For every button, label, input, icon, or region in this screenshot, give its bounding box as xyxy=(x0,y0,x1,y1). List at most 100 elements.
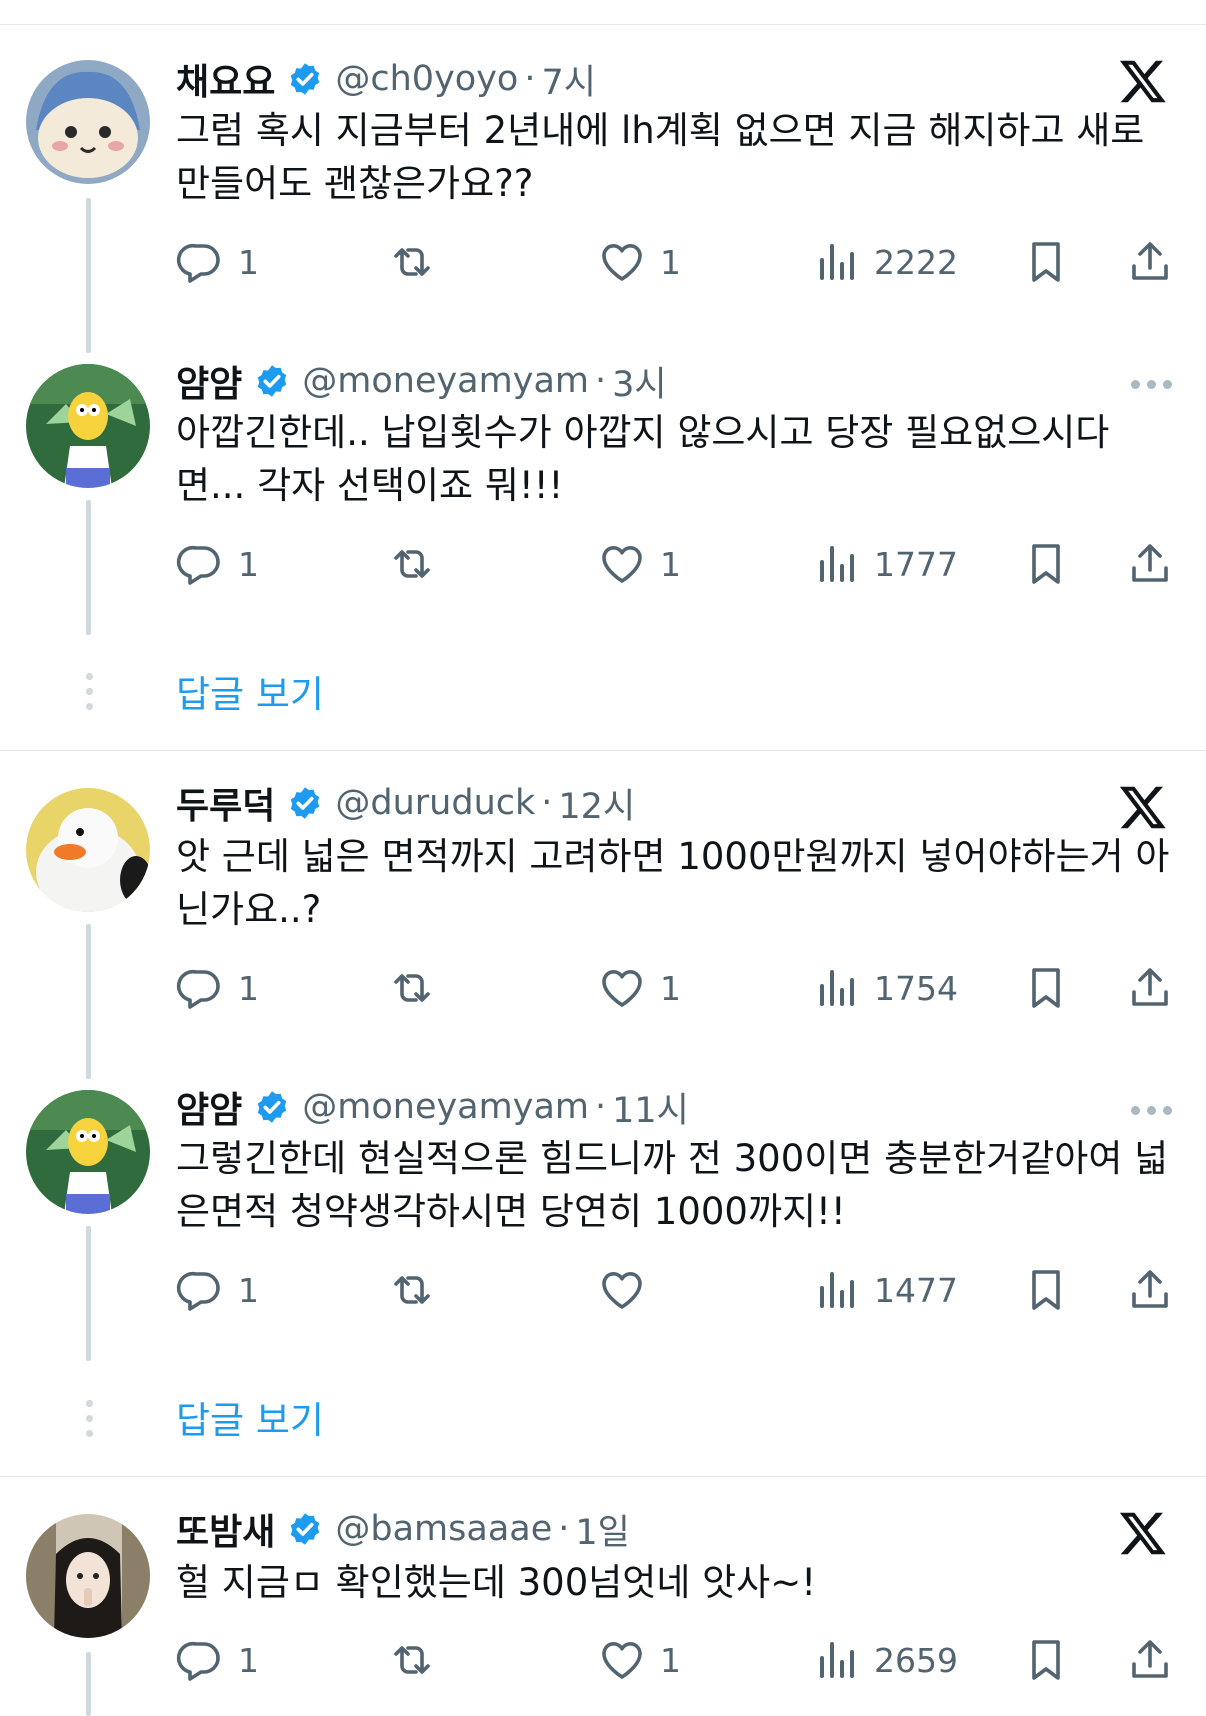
bookmark-button[interactable] xyxy=(1022,1630,1070,1690)
like-button[interactable]: 1 xyxy=(598,1630,681,1690)
share-icon xyxy=(1132,544,1168,582)
like-count: 1 xyxy=(660,1640,681,1680)
heart-icon xyxy=(602,244,642,281)
views-button[interactable]: 1477 xyxy=(812,1260,958,1320)
reply-button[interactable]: 1 xyxy=(176,534,259,594)
timestamp[interactable]: 12시 xyxy=(558,778,635,829)
retweet-icon xyxy=(394,248,430,276)
display-name[interactable]: 얌얌 xyxy=(176,355,242,407)
bookmark-icon xyxy=(1032,1640,1060,1680)
verified-badge-icon xyxy=(291,63,320,95)
retweet-button[interactable] xyxy=(388,1260,450,1320)
show-replies-link[interactable]: 답글 보기 xyxy=(176,664,324,718)
avatar[interactable] xyxy=(26,788,150,912)
timestamp[interactable]: 1일 xyxy=(575,1504,629,1555)
share-button[interactable] xyxy=(1126,1630,1174,1690)
avatar[interactable] xyxy=(26,1514,150,1638)
thread-divider xyxy=(0,1476,1206,1477)
views-button[interactable]: 1754 xyxy=(812,958,958,1018)
bookmark-icon xyxy=(1032,544,1060,584)
tweet-actions: 1 1477 xyxy=(176,1260,1176,1320)
retweet-icon xyxy=(394,550,430,578)
tweet-text: 그렇긴한데 현실적으론 힘드니까 전 300이면 충분한거같아여 넓은면적 청약… xyxy=(176,1137,1169,1233)
x-logo-icon xyxy=(1119,60,1166,103)
reply-button[interactable]: 1 xyxy=(176,1260,259,1320)
share-button[interactable] xyxy=(1126,232,1174,292)
reply-count: 1 xyxy=(238,968,259,1008)
share-button[interactable] xyxy=(1126,1260,1174,1320)
reply-button[interactable]: 1 xyxy=(176,1630,259,1690)
views-icon xyxy=(820,970,854,1006)
separator-dot: · xyxy=(594,361,607,401)
retweet-icon xyxy=(394,1646,430,1674)
tweet-actions: 1 1 2659 xyxy=(176,1630,1176,1690)
avatar[interactable] xyxy=(26,1090,150,1214)
verified-badge-icon xyxy=(291,787,320,819)
share-icon xyxy=(1132,968,1168,1006)
tweet-text: 앗 근데 넓은 면적까지 고려하면 1000만원까지 넣어야하는거 아닌가요..… xyxy=(176,835,1170,931)
timestamp[interactable]: 11시 xyxy=(612,1082,689,1133)
user-handle[interactable]: @bamsaaae xyxy=(335,1509,552,1549)
separator-dot: · xyxy=(541,783,553,823)
retweet-button[interactable] xyxy=(388,232,450,292)
bookmark-button[interactable] xyxy=(1022,958,1070,1018)
timestamp[interactable]: 3시 xyxy=(612,356,666,407)
more-icon[interactable] xyxy=(1131,380,1172,389)
avatar[interactable] xyxy=(26,60,150,184)
view-count: 2222 xyxy=(874,242,958,282)
views-button[interactable]: 2659 xyxy=(812,1630,958,1690)
reply-count: 1 xyxy=(238,544,259,584)
tweet-header: 얌얌 @moneyamyam · 3시 xyxy=(176,356,667,406)
reply-button[interactable]: 1 xyxy=(176,232,259,292)
thread-line xyxy=(86,1226,91,1361)
reply-button[interactable]: 1 xyxy=(176,958,259,1018)
display-name[interactable]: 또밤새 xyxy=(176,1503,275,1555)
views-icon xyxy=(820,1272,854,1308)
verified-badge-icon xyxy=(258,1091,287,1123)
reply-count: 1 xyxy=(238,242,259,282)
share-button[interactable] xyxy=(1126,958,1174,1018)
separator-dot: · xyxy=(594,1087,607,1127)
bookmark-button[interactable] xyxy=(1022,1260,1070,1320)
retweet-button[interactable] xyxy=(388,534,450,594)
bookmark-button[interactable] xyxy=(1022,232,1070,292)
verified-badge-icon xyxy=(291,1513,320,1545)
display-name[interactable]: 두루덕 xyxy=(176,777,275,829)
timestamp[interactable]: 7시 xyxy=(541,54,595,105)
views-button[interactable]: 1777 xyxy=(812,534,958,594)
views-icon xyxy=(820,244,854,280)
tweet-header: 채요요 @ch0yoyo · 7시 xyxy=(176,54,596,104)
like-count: 1 xyxy=(660,968,681,1008)
tweet-actions: 1 1 1754 xyxy=(176,958,1176,1018)
views-icon xyxy=(820,546,854,582)
like-button[interactable]: 1 xyxy=(598,958,681,1018)
like-button[interactable] xyxy=(598,1260,660,1320)
user-handle[interactable]: @moneyamyam xyxy=(302,1087,589,1127)
thread-continuation-dots xyxy=(82,673,96,718)
bookmark-button[interactable] xyxy=(1022,534,1070,594)
view-count: 1777 xyxy=(874,544,958,584)
retweet-icon xyxy=(394,974,430,1002)
separator-dot: · xyxy=(558,1509,570,1549)
share-button[interactable] xyxy=(1126,534,1174,594)
x-logo-icon xyxy=(1119,786,1166,829)
reply-count: 1 xyxy=(238,1640,259,1680)
like-count: 1 xyxy=(660,544,681,584)
share-icon xyxy=(1132,1640,1168,1678)
heart-icon xyxy=(602,1272,642,1309)
display-name[interactable]: 얌얌 xyxy=(176,1081,242,1133)
reply-icon xyxy=(176,1641,220,1681)
retweet-button[interactable] xyxy=(388,1630,450,1690)
like-button[interactable]: 1 xyxy=(598,534,681,594)
avatar[interactable] xyxy=(26,364,150,488)
show-replies-link[interactable]: 답글 보기 xyxy=(176,1390,324,1444)
user-handle[interactable]: @moneyamyam xyxy=(302,361,589,401)
retweet-button[interactable] xyxy=(388,958,450,1018)
user-handle[interactable]: @duruduck xyxy=(335,783,535,823)
verified-badge-icon xyxy=(258,365,287,397)
display-name[interactable]: 채요요 xyxy=(176,53,275,105)
more-icon[interactable] xyxy=(1131,1106,1172,1115)
like-button[interactable]: 1 xyxy=(598,232,681,292)
user-handle[interactable]: @ch0yoyo xyxy=(335,59,518,99)
views-button[interactable]: 2222 xyxy=(812,232,958,292)
